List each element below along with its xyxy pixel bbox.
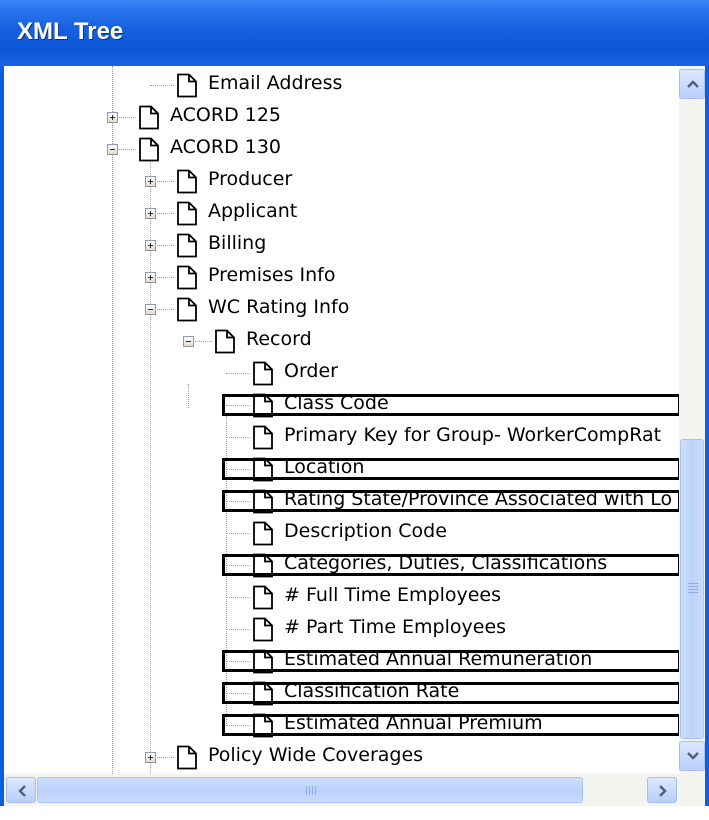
highlight-box bbox=[222, 650, 679, 672]
tree-connector-line bbox=[112, 66, 113, 774]
tree-item[interactable]: # Full Time Employees bbox=[252, 583, 679, 613]
tree-item-label: Premises Info bbox=[208, 264, 336, 286]
tree-item[interactable]: WC Rating Info bbox=[176, 295, 679, 325]
collapse-icon[interactable] bbox=[145, 304, 156, 315]
tree-item[interactable]: Description Code bbox=[252, 519, 679, 549]
expand-icon[interactable] bbox=[107, 112, 118, 123]
tree-connector-line bbox=[226, 437, 250, 438]
tree-connector-line bbox=[226, 373, 250, 374]
tree-connector-line bbox=[226, 533, 250, 534]
document-icon bbox=[253, 361, 273, 386]
tree-item-label: Primary Key for Group- WorkerCompRat bbox=[284, 424, 662, 446]
scrollbar-corner bbox=[679, 774, 705, 806]
window-title: XML Tree bbox=[17, 18, 124, 45]
vertical-scrollbar[interactable] bbox=[679, 66, 705, 774]
tree-item[interactable]: Primary Key for Group- WorkerCompRat bbox=[252, 423, 679, 453]
tree-item[interactable]: Applicant bbox=[176, 199, 679, 229]
vertical-scroll-thumb[interactable] bbox=[680, 439, 704, 739]
arrow-up-icon bbox=[687, 80, 699, 88]
tree-connector-line bbox=[226, 597, 250, 598]
window-bottom-edge bbox=[0, 806, 709, 820]
tree-item[interactable]: Policy Wide Coverages bbox=[176, 743, 679, 773]
tree-item-label: # Part Time Employees bbox=[284, 616, 507, 638]
expand-icon[interactable] bbox=[145, 176, 156, 187]
tree-connector-line bbox=[226, 629, 250, 630]
highlight-box bbox=[222, 490, 679, 512]
document-icon bbox=[253, 617, 273, 642]
collapse-icon[interactable] bbox=[183, 336, 194, 347]
scroll-right-button[interactable] bbox=[647, 777, 677, 803]
document-icon bbox=[177, 297, 197, 322]
expand-icon[interactable] bbox=[145, 208, 156, 219]
scroll-left-button[interactable] bbox=[6, 777, 36, 803]
arrow-right-icon bbox=[659, 785, 667, 797]
highlight-box bbox=[222, 458, 679, 480]
tree-item-label: # Full Time Employees bbox=[284, 584, 502, 606]
tree-item[interactable]: Premises Info bbox=[176, 263, 679, 293]
scroll-up-button[interactable] bbox=[679, 69, 705, 99]
highlight-box bbox=[222, 714, 679, 736]
tree-item-label: ACORD 125 bbox=[170, 104, 282, 126]
tree-item-label: Policy Wide Coverages bbox=[208, 744, 424, 766]
tree-item[interactable]: ACORD 130 bbox=[138, 135, 679, 165]
document-icon bbox=[253, 425, 273, 450]
horizontal-scrollbar[interactable] bbox=[4, 774, 679, 806]
tree-connector-line bbox=[150, 160, 151, 774]
tree-item-label: Order bbox=[284, 360, 338, 382]
document-icon bbox=[177, 169, 197, 194]
document-icon bbox=[177, 233, 197, 258]
tree-item-label: WC Rating Info bbox=[208, 296, 350, 318]
tree-item[interactable]: Producer bbox=[176, 167, 679, 197]
expand-icon[interactable] bbox=[145, 240, 156, 251]
tree-item[interactable]: # Part Time Employees bbox=[252, 615, 679, 645]
highlight-box bbox=[222, 682, 679, 704]
collapse-icon[interactable] bbox=[107, 144, 118, 155]
xml-tree-view[interactable]: Email Address ACORD 125 ACORD 130 Producer A… bbox=[4, 66, 679, 774]
tree-item-label: Producer bbox=[208, 168, 293, 190]
title-bar[interactable]: XML Tree bbox=[0, 0, 709, 66]
tree-panel: Email Address ACORD 125 ACORD 130 Producer A… bbox=[4, 66, 705, 806]
tree-item[interactable]: Order bbox=[252, 359, 679, 389]
tree-item-label: Email Address bbox=[208, 72, 343, 94]
tree-item-label: Record bbox=[246, 328, 312, 350]
highlight-box bbox=[222, 554, 679, 576]
xml-tree-window: XML Tree Email Address ACORD 125 ACORD 130… bbox=[0, 0, 709, 820]
tree-item-label: Billing bbox=[208, 232, 267, 254]
scroll-down-button[interactable] bbox=[679, 741, 705, 771]
tree-item-label: Description Code bbox=[284, 520, 447, 542]
tree-item[interactable]: Record bbox=[214, 327, 679, 357]
document-icon bbox=[177, 73, 197, 98]
document-icon bbox=[177, 265, 197, 290]
tree-item[interactable]: Billing bbox=[176, 231, 679, 261]
horizontal-scroll-thumb[interactable] bbox=[37, 777, 583, 803]
tree-item-label: Applicant bbox=[208, 200, 298, 222]
arrow-down-icon bbox=[687, 752, 699, 760]
tree-item[interactable]: Email Address bbox=[176, 71, 679, 101]
tree-item[interactable]: ACORD 125 bbox=[138, 103, 679, 133]
tree-item-label: ACORD 130 bbox=[170, 136, 282, 158]
document-icon bbox=[139, 137, 159, 162]
highlight-box bbox=[222, 394, 679, 416]
document-icon bbox=[177, 745, 197, 770]
tree-connector-line bbox=[150, 85, 174, 86]
document-icon bbox=[253, 585, 273, 610]
arrow-left-icon bbox=[18, 785, 26, 797]
document-icon bbox=[215, 329, 235, 354]
document-icon bbox=[177, 201, 197, 226]
document-icon bbox=[253, 521, 273, 546]
expand-icon[interactable] bbox=[145, 272, 156, 283]
expand-icon[interactable] bbox=[145, 752, 156, 763]
document-icon bbox=[139, 105, 159, 130]
tree-connector-line bbox=[188, 384, 189, 408]
